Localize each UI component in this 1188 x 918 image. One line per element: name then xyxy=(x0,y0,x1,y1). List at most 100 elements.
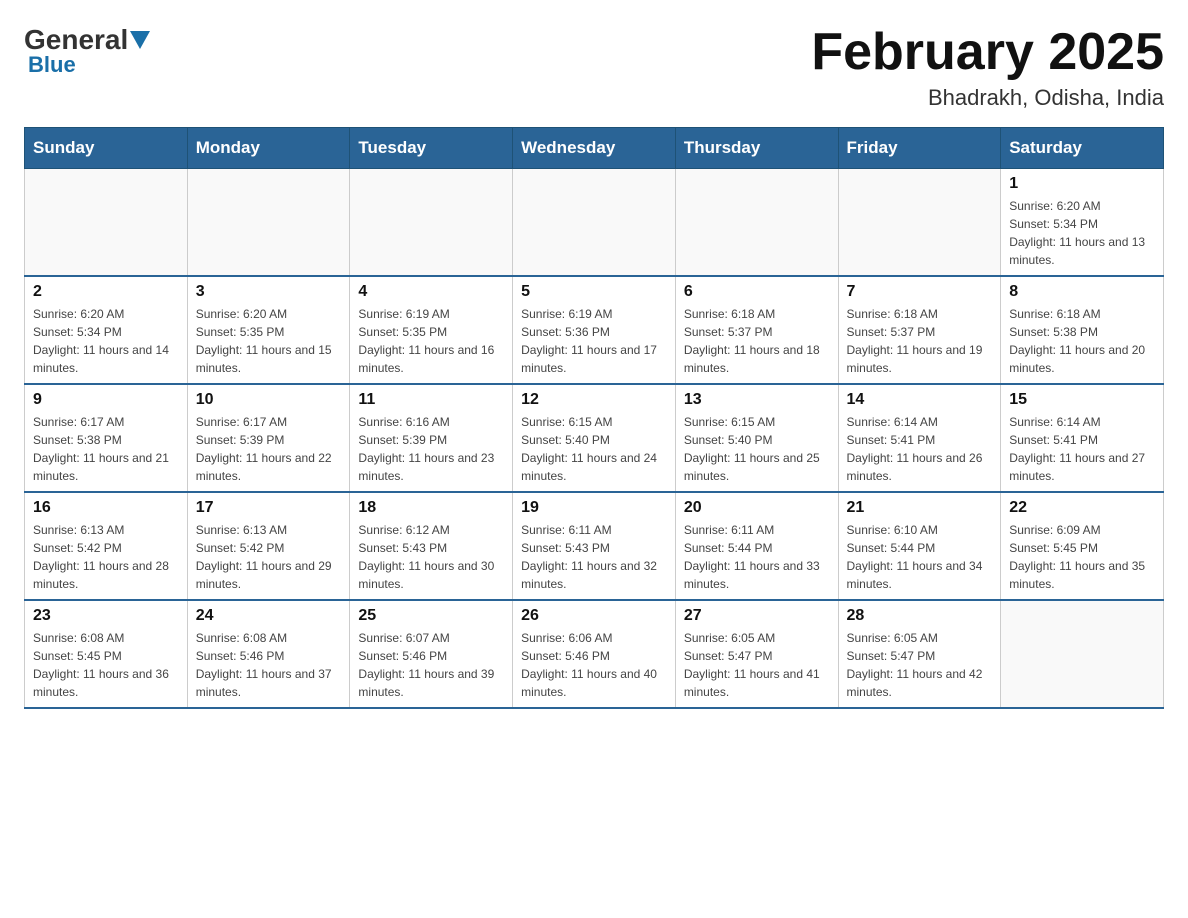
day-info: Sunrise: 6:19 AMSunset: 5:36 PMDaylight:… xyxy=(521,305,667,377)
day-info: Sunrise: 6:08 AMSunset: 5:46 PMDaylight:… xyxy=(196,629,342,701)
weekday-header-thursday: Thursday xyxy=(675,128,838,169)
calendar-cell xyxy=(838,169,1001,277)
calendar-cell: 17Sunrise: 6:13 AMSunset: 5:42 PMDayligh… xyxy=(187,492,350,600)
calendar-cell xyxy=(675,169,838,277)
day-info: Sunrise: 6:14 AMSunset: 5:41 PMDaylight:… xyxy=(1009,413,1155,485)
calendar-table: SundayMondayTuesdayWednesdayThursdayFrid… xyxy=(24,127,1164,709)
day-info: Sunrise: 6:15 AMSunset: 5:40 PMDaylight:… xyxy=(521,413,667,485)
calendar-cell: 4 Sunrise: 6:19 AMSunset: 5:35 PMDaylight… xyxy=(350,276,513,384)
day-info: Sunrise: 6:09 AMSunset: 5:45 PMDaylight:… xyxy=(1009,521,1155,593)
day-info: Sunrise: 6:18 AMSunset: 5:37 PMDaylight:… xyxy=(847,305,993,377)
calendar-cell: 15Sunrise: 6:14 AMSunset: 5:41 PMDayligh… xyxy=(1001,384,1164,492)
weekday-row: SundayMondayTuesdayWednesdayThursdayFrid… xyxy=(25,128,1164,169)
calendar-cell xyxy=(1001,600,1164,708)
day-number: 6 xyxy=(684,283,830,301)
day-number: 14 xyxy=(847,391,993,409)
calendar-cell: 25 Sunrise: 6:07 AMSunset: 5:46 PMDayligh… xyxy=(350,600,513,708)
calendar-cell: 26Sunrise: 6:06 AMSunset: 5:46 PMDayligh… xyxy=(513,600,676,708)
page-header: General Blue February 2025 Bhadrakh, Odi… xyxy=(24,24,1164,111)
day-number: 1 xyxy=(1009,175,1155,193)
calendar-header: SundayMondayTuesdayWednesdayThursdayFrid… xyxy=(25,128,1164,169)
day-number: 9 xyxy=(33,391,179,409)
day-info: Sunrise: 6:20 AMSunset: 5:34 PMDaylight:… xyxy=(1009,197,1155,269)
calendar-cell: 16Sunrise: 6:13 AMSunset: 5:42 PMDayligh… xyxy=(25,492,188,600)
day-number: 23 xyxy=(33,607,179,625)
calendar-cell: 8 Sunrise: 6:18 AMSunset: 5:38 PMDaylight… xyxy=(1001,276,1164,384)
day-info: Sunrise: 6:11 AMSunset: 5:44 PMDaylight:… xyxy=(684,521,830,593)
calendar-cell: 2Sunrise: 6:20 AMSunset: 5:34 PMDaylight… xyxy=(25,276,188,384)
weekday-header-friday: Friday xyxy=(838,128,1001,169)
calendar-cell: 14 Sunrise: 6:14 AMSunset: 5:41 PMDayligh… xyxy=(838,384,1001,492)
day-number: 2 xyxy=(33,283,179,301)
calendar-cell: 7 Sunrise: 6:18 AMSunset: 5:37 PMDaylight… xyxy=(838,276,1001,384)
calendar-week-2: 2Sunrise: 6:20 AMSunset: 5:34 PMDaylight… xyxy=(25,276,1164,384)
page-title: February 2025 xyxy=(811,24,1164,81)
calendar-cell: 1 Sunrise: 6:20 AMSunset: 5:34 PMDaylight… xyxy=(1001,169,1164,277)
day-number: 11 xyxy=(358,391,504,409)
day-number: 4 xyxy=(358,283,504,301)
day-info: Sunrise: 6:08 AMSunset: 5:45 PMDaylight:… xyxy=(33,629,179,701)
day-info: Sunrise: 6:18 AMSunset: 5:37 PMDaylight:… xyxy=(684,305,830,377)
day-info: Sunrise: 6:17 AMSunset: 5:39 PMDaylight:… xyxy=(196,413,342,485)
page-subtitle: Bhadrakh, Odisha, India xyxy=(811,85,1164,111)
title-block: February 2025 Bhadrakh, Odisha, India xyxy=(811,24,1164,111)
weekday-header-tuesday: Tuesday xyxy=(350,128,513,169)
calendar-cell: 18 Sunrise: 6:12 AMSunset: 5:43 PMDayligh… xyxy=(350,492,513,600)
calendar-cell: 13 Sunrise: 6:15 AMSunset: 5:40 PMDayligh… xyxy=(675,384,838,492)
day-info: Sunrise: 6:16 AMSunset: 5:39 PMDaylight:… xyxy=(358,413,504,485)
day-number: 7 xyxy=(847,283,993,301)
day-info: Sunrise: 6:19 AMSunset: 5:35 PMDaylight:… xyxy=(358,305,504,377)
day-info: Sunrise: 6:06 AMSunset: 5:46 PMDaylight:… xyxy=(521,629,667,701)
day-number: 25 xyxy=(358,607,504,625)
day-info: Sunrise: 6:14 AMSunset: 5:41 PMDaylight:… xyxy=(847,413,993,485)
calendar-body: 1 Sunrise: 6:20 AMSunset: 5:34 PMDaylight… xyxy=(25,169,1164,709)
weekday-header-wednesday: Wednesday xyxy=(513,128,676,169)
calendar-cell: 6 Sunrise: 6:18 AMSunset: 5:37 PMDaylight… xyxy=(675,276,838,384)
day-number: 22 xyxy=(1009,499,1155,517)
day-number: 10 xyxy=(196,391,342,409)
day-info: Sunrise: 6:13 AMSunset: 5:42 PMDaylight:… xyxy=(33,521,179,593)
day-number: 27 xyxy=(684,607,830,625)
day-info: Sunrise: 6:12 AMSunset: 5:43 PMDaylight:… xyxy=(358,521,504,593)
day-info: Sunrise: 6:05 AMSunset: 5:47 PMDaylight:… xyxy=(684,629,830,701)
day-number: 24 xyxy=(196,607,342,625)
day-number: 17 xyxy=(196,499,342,517)
day-info: Sunrise: 6:18 AMSunset: 5:38 PMDaylight:… xyxy=(1009,305,1155,377)
day-number: 18 xyxy=(358,499,504,517)
day-info: Sunrise: 6:11 AMSunset: 5:43 PMDaylight:… xyxy=(521,521,667,593)
calendar-cell: 23 Sunrise: 6:08 AMSunset: 5:45 PMDayligh… xyxy=(25,600,188,708)
calendar-cell: 24 Sunrise: 6:08 AMSunset: 5:46 PMDayligh… xyxy=(187,600,350,708)
calendar-cell: 21 Sunrise: 6:10 AMSunset: 5:44 PMDayligh… xyxy=(838,492,1001,600)
weekday-header-sunday: Sunday xyxy=(25,128,188,169)
calendar-cell: 22 Sunrise: 6:09 AMSunset: 5:45 PMDayligh… xyxy=(1001,492,1164,600)
calendar-week-4: 16Sunrise: 6:13 AMSunset: 5:42 PMDayligh… xyxy=(25,492,1164,600)
day-info: Sunrise: 6:15 AMSunset: 5:40 PMDaylight:… xyxy=(684,413,830,485)
calendar-cell: 5 Sunrise: 6:19 AMSunset: 5:36 PMDaylight… xyxy=(513,276,676,384)
day-number: 5 xyxy=(521,283,667,301)
day-number: 21 xyxy=(847,499,993,517)
calendar-week-1: 1 Sunrise: 6:20 AMSunset: 5:34 PMDaylight… xyxy=(25,169,1164,277)
calendar-cell: 3Sunrise: 6:20 AMSunset: 5:35 PMDaylight… xyxy=(187,276,350,384)
calendar-cell xyxy=(25,169,188,277)
weekday-header-saturday: Saturday xyxy=(1001,128,1164,169)
day-info: Sunrise: 6:07 AMSunset: 5:46 PMDaylight:… xyxy=(358,629,504,701)
day-number: 3 xyxy=(196,283,342,301)
day-number: 19 xyxy=(521,499,667,517)
calendar-cell xyxy=(350,169,513,277)
logo: General Blue xyxy=(24,24,150,78)
calendar-week-3: 9 Sunrise: 6:17 AMSunset: 5:38 PMDaylight… xyxy=(25,384,1164,492)
day-number: 13 xyxy=(684,391,830,409)
day-info: Sunrise: 6:17 AMSunset: 5:38 PMDaylight:… xyxy=(33,413,179,485)
day-info: Sunrise: 6:10 AMSunset: 5:44 PMDaylight:… xyxy=(847,521,993,593)
day-number: 8 xyxy=(1009,283,1155,301)
day-number: 20 xyxy=(684,499,830,517)
calendar-cell: 28 Sunrise: 6:05 AMSunset: 5:47 PMDayligh… xyxy=(838,600,1001,708)
day-number: 28 xyxy=(847,607,993,625)
day-info: Sunrise: 6:05 AMSunset: 5:47 PMDaylight:… xyxy=(847,629,993,701)
logo-blue-text: Blue xyxy=(28,52,76,78)
calendar-week-5: 23 Sunrise: 6:08 AMSunset: 5:45 PMDayligh… xyxy=(25,600,1164,708)
calendar-cell: 11 Sunrise: 6:16 AMSunset: 5:39 PMDayligh… xyxy=(350,384,513,492)
logo-arrow-icon xyxy=(130,31,150,49)
day-number: 12 xyxy=(521,391,667,409)
calendar-cell: 10 Sunrise: 6:17 AMSunset: 5:39 PMDayligh… xyxy=(187,384,350,492)
